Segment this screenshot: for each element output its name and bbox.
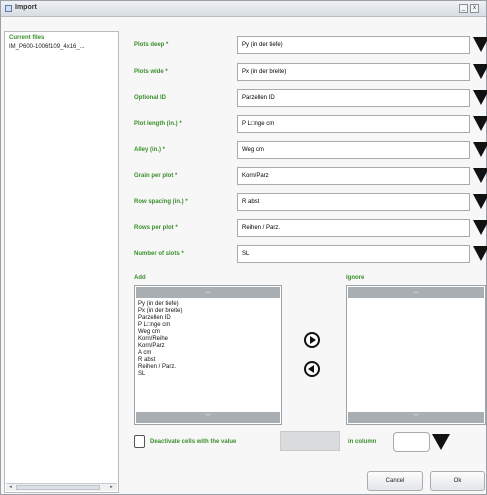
alley-dropdown-icon[interactable] [473,142,487,157]
number-of-slots-dropdown-icon[interactable] [473,246,487,261]
move-to-ignore-button[interactable] [304,332,320,348]
column-dropdown-icon[interactable] [432,434,450,450]
plots-wide-dropdown-icon[interactable] [473,64,487,79]
arrow-left-icon [308,365,314,373]
plots-deep-label: Plots deep * [134,42,169,48]
double-chevron-down-icon[interactable]: ︾ [199,415,217,420]
grain-per-plot-label: Grain per plot * [134,173,178,179]
in-column-label: in column [348,439,377,445]
window-icon [5,5,12,12]
deactivate-label: Deactivate cells with the value [150,439,237,445]
move-to-add-button[interactable] [304,361,320,377]
row-spacing-dropdown-icon[interactable] [473,194,487,209]
optional-id-label: Optional ID [134,95,166,101]
plots-deep-select[interactable]: Py (in der tiefe) [237,36,470,54]
window-title: Import [15,4,37,11]
double-chevron-up-icon[interactable]: ︽ [407,290,425,295]
list-item[interactable]: Korn/Parz [138,343,182,350]
title-bar: Import _ x [1,1,486,17]
list-item[interactable]: SL [138,371,182,378]
current-files-title: Current files [9,35,45,41]
list-item[interactable]: Py (in der tiefe) [138,301,182,308]
plots-wide-select[interactable]: Px (in der breite) [237,63,470,81]
row-spacing-label: Row spacing (in.) * [134,199,188,205]
list-item[interactable]: Px (in der breite) [138,308,182,315]
list-item[interactable]: A cm [138,350,182,357]
scroll-left-icon[interactable]: ◂ [7,485,14,490]
optional-id-dropdown-icon[interactable] [473,90,487,105]
number-of-slots-label: Number of slots * [134,251,184,257]
close-button[interactable]: x [470,4,479,13]
double-chevron-up-icon[interactable]: ︽ [199,290,217,295]
scroll-right-icon[interactable]: ▸ [108,485,115,490]
plot-length-label: Plot length (in.) * [134,121,182,127]
minimize-button[interactable]: _ [459,4,468,13]
ok-button[interactable]: Ok [430,471,485,491]
deactivate-checkbox[interactable] [134,435,145,448]
grain-per-plot-select[interactable]: Korn/Parz [237,167,470,185]
optional-id-select[interactable]: Parzellen ID [237,89,470,107]
rows-per-plot-select[interactable]: Reihen / Parz. [237,219,470,237]
list-item[interactable]: Parzellen ID [138,315,182,322]
current-files-panel: Current files IM_P600-1006f109_4x16_... … [4,31,119,493]
plot-length-dropdown-icon[interactable] [473,116,487,131]
add-list-items: Py (in der tiefe) Px (in der breite) Parze… [138,301,182,378]
list-item[interactable]: P L□nge cm [138,322,182,329]
ignore-scroll-down[interactable]: ︾ [348,412,484,423]
list-item[interactable]: Weg cm [138,329,182,336]
file-item[interactable]: IM_P600-1006f109_4x16_... [9,44,85,50]
rows-per-plot-dropdown-icon[interactable] [473,220,487,235]
ignore-scroll-up[interactable]: ︽ [348,287,484,298]
alley-select[interactable]: Weg cm [237,141,470,159]
ignore-list-label: Ignore [346,275,365,281]
rows-per-plot-label: Rows per plot * [134,225,178,231]
grain-per-plot-dropdown-icon[interactable] [473,168,487,183]
plots-deep-dropdown-icon[interactable] [473,37,487,52]
plots-wide-label: Plots wide * [134,69,168,75]
number-of-slots-select[interactable]: SL [237,245,470,263]
row-spacing-select[interactable]: R abst [237,193,470,211]
add-scroll-up[interactable]: ︽ [136,287,280,298]
files-scroll-thumb[interactable] [16,485,100,490]
add-list-label: Add [134,275,146,281]
arrow-right-icon [310,336,316,344]
alley-label: Alley (in.) * [134,147,166,153]
files-horizontal-scrollbar[interactable]: ◂ ▸ [6,483,117,491]
list-item[interactable]: R abst [138,357,182,364]
ignore-listbox[interactable]: ︽ ︾ [346,285,486,425]
double-chevron-down-icon[interactable]: ︾ [407,415,425,420]
plot-length-select[interactable]: P L□nge cm [237,115,470,133]
column-select[interactable] [393,432,430,452]
deactivate-value-input[interactable] [280,431,340,451]
cancel-button[interactable]: Cancel [367,471,423,491]
add-listbox[interactable]: ︽ Py (in der tiefe) Px (in der breite) Par… [134,285,282,425]
import-window: Import _ x Current files IM_P600-1006f10… [0,0,487,495]
list-item[interactable]: Reihen / Parz. [138,364,182,371]
list-item[interactable]: Korn/Reihe [138,336,182,343]
add-scroll-down[interactable]: ︾ [136,412,280,423]
